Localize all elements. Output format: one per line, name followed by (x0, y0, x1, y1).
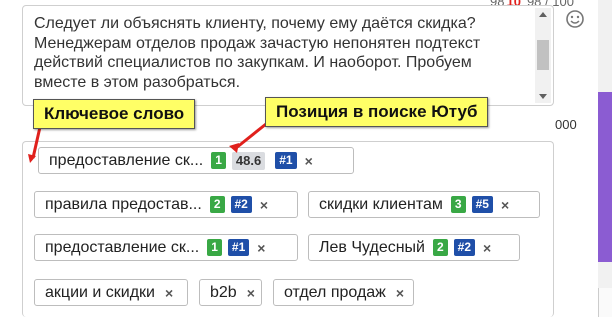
keyword-callout: Ключевое слово (33, 99, 196, 129)
youtube-position-badge: #5 (471, 196, 493, 213)
youtube-position-badge: #2 (230, 196, 252, 213)
tag-keyword: предоставление ск... (49, 151, 204, 169)
rank-badge: 2 (432, 239, 448, 256)
side-chip[interactable] (598, 288, 612, 317)
tag-keyword: акции и скидки (45, 283, 155, 301)
scroll-down-icon[interactable] (539, 94, 547, 99)
remove-tag-icon[interactable]: × (501, 197, 509, 213)
rank-badge: 2 (209, 196, 225, 213)
tag-chip[interactable]: b2b × (199, 279, 262, 306)
description-field[interactable]: Следует ли объяснять клиенту, почему ему… (22, 5, 554, 106)
remove-tag-icon[interactable]: × (165, 285, 173, 301)
tag-keyword: скидки клиентам (319, 195, 443, 213)
tag-keyword: Лев Чудесный (319, 238, 425, 256)
smiley-icon[interactable] (565, 9, 585, 29)
remove-tag-icon[interactable]: × (257, 240, 265, 256)
tag-chip[interactable]: акции и скидки × (34, 279, 188, 306)
side-accent-bar (598, 92, 612, 262)
tag-chip[interactable]: правила предостав... 2 #2 × (34, 191, 298, 218)
remove-tag-icon[interactable]: × (260, 197, 268, 213)
tag-chip[interactable]: скидки клиентам 3 #5 × (308, 191, 540, 218)
rank-badge: 1 (211, 152, 226, 169)
remove-tag-icon[interactable]: × (247, 285, 255, 301)
side-panel (598, 0, 612, 317)
tags-counter: 000 (555, 117, 577, 132)
remove-tag-icon[interactable]: × (483, 240, 491, 256)
textarea-scrollbar[interactable] (535, 8, 551, 103)
scroll-up-icon[interactable] (539, 12, 547, 17)
tag-keyword: предоставление ск... (45, 238, 200, 256)
description-text[interactable]: Следует ли объяснять клиенту, почему ему… (34, 14, 524, 92)
tag-keyword: отдел продаж (284, 283, 386, 301)
tag-chip[interactable]: Лев Чудесный 2 #2 × (308, 234, 520, 261)
rank-badge: 1 (207, 239, 222, 256)
rank-badge: 3 (450, 196, 466, 213)
tag-chip[interactable]: предоставление ск... 1 48.6 #1 × (38, 147, 354, 174)
remove-tag-icon[interactable]: × (305, 153, 313, 169)
tag-chip[interactable]: отдел продаж × (273, 279, 414, 306)
tag-keyword: b2b (210, 283, 237, 301)
score-badge: 48.6 (231, 151, 266, 170)
youtube-position-badge: #1 (227, 239, 250, 256)
tag-keyword: правила предостав... (45, 195, 202, 213)
scroll-thumb[interactable] (537, 40, 549, 70)
youtube-position-badge: #2 (453, 239, 476, 256)
tag-chip[interactable]: предоставление ск... 1 #1 × (34, 234, 298, 261)
position-callout: Позиция в поиске Ютуб (265, 97, 489, 127)
remove-tag-icon[interactable]: × (396, 285, 404, 301)
youtube-position-badge: #1 (275, 152, 297, 169)
